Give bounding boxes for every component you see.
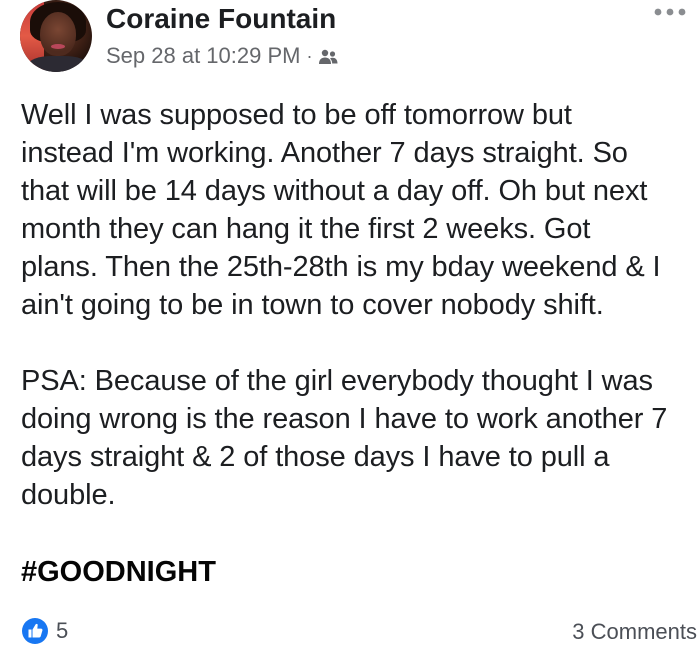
- post-meta: Sep 28 at 10:29 PM ·: [106, 42, 338, 70]
- avatar-face: [40, 12, 76, 56]
- more-options-icon[interactable]: [652, 6, 688, 18]
- avatar[interactable]: [20, 0, 92, 72]
- post-paragraph-2: PSA: Because of the girl everybody thoug…: [21, 365, 668, 511]
- avatar-shoulder: [28, 56, 88, 72]
- reaction-count: 5: [56, 618, 69, 643]
- avatar-lips: [51, 44, 65, 49]
- friends-icon[interactable]: [318, 49, 338, 65]
- author-name[interactable]: Coraine Fountain: [106, 2, 336, 36]
- like-icon: [22, 618, 48, 644]
- reactions-summary[interactable]: 5: [22, 618, 68, 644]
- meta-separator: ·: [306, 46, 313, 66]
- comments-count-link[interactable]: 3 Comments: [572, 618, 697, 646]
- post-timestamp[interactable]: Sep 28 at 10:29 PM: [106, 42, 300, 70]
- hashtag-link[interactable]: #GOODNIGHT: [21, 553, 216, 591]
- facebook-post: Coraine Fountain Sep 28 at 10:29 PM · We…: [0, 0, 699, 671]
- post-paragraph-1: Well I was supposed to be off tomorrow b…: [21, 99, 661, 321]
